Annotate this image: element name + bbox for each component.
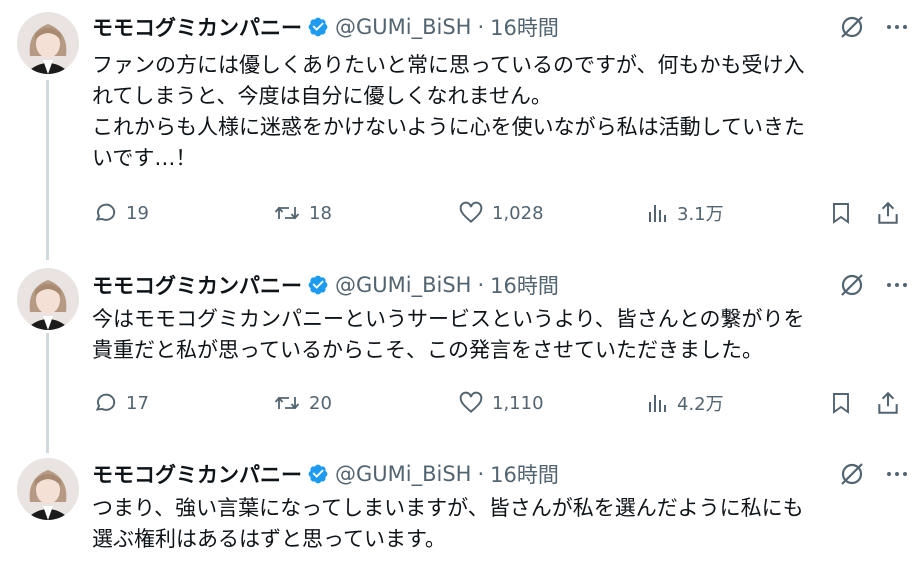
separator: · [477,462,485,486]
verified-badge-icon [307,463,329,485]
tweet-2[interactable]: モモコグミカンパニー @GUMi_BiSH · 16時間 今はモモコグミカンパニ… [0,260,923,450]
tweet-header: モモコグミカンパニー @GUMi_BiSH · 16時間 [92,270,559,300]
retweet-count: 20 [309,392,332,414]
grok-icon[interactable] [839,461,865,487]
tweet-text-line: れてしまうと、今度は自分に優しくなれません。 [92,84,552,108]
tweet-text-line: つまり、強い言葉になってしまいますが、皆さんが私を選んだように私にも [92,496,804,520]
retweet-count: 18 [309,202,332,224]
separator: · [477,15,485,39]
handle[interactable]: @GUMi_BiSH [335,15,471,39]
reply-count: 17 [126,392,149,414]
like-button[interactable]: 1,028 [458,200,544,226]
retweet-icon [274,396,300,410]
like-button[interactable]: 1,110 [458,390,544,416]
like-count: 1,028 [492,202,544,224]
separator: · [477,273,485,297]
tweet-3[interactable]: モモコグミカンパニー @GUMi_BiSH · 16時間 つまり、強い言葉になっ… [0,450,923,576]
share-button[interactable] [875,390,901,416]
avatar[interactable] [17,12,79,74]
tweet-text-line: 貴重だと私が思っているからこそ、この発言をさせていただきました。 [92,338,763,362]
reply-button[interactable]: 19 [92,200,149,226]
timestamp[interactable]: 16時間 [490,270,559,300]
views-button[interactable]: 3.1万 [645,200,724,226]
bookmark-icon [833,393,849,414]
more-icon[interactable] [885,462,909,486]
like-icon [459,201,483,223]
avatar[interactable] [17,458,79,520]
timestamp[interactable]: 16時間 [490,12,559,42]
display-name[interactable]: モモコグミカンパニー [92,12,302,42]
handle[interactable]: @GUMi_BiSH [335,273,471,297]
display-name[interactable]: モモコグミカンパニー [92,459,302,489]
share-icon [878,201,898,224]
views-count: 4.2万 [677,394,724,415]
tweet-text-line: いです…！ [92,146,197,170]
tweet-text-line: ファンの方には優しくありたいと常に思っているのですが、何もかも受け入 [92,53,805,77]
grok-icon[interactable] [839,14,865,40]
retweet-button[interactable]: 20 [273,390,332,416]
views-count: 3.1万 [677,204,724,225]
timestamp[interactable]: 16時間 [490,459,559,489]
reply-count: 19 [126,202,149,224]
tweet-header: モモコグミカンパニー @GUMi_BiSH · 16時間 [92,12,559,42]
retweet-icon [274,206,300,220]
reply-icon [95,393,116,411]
tweet-text: ファンの方には優しくありたいと常に思っているのですが、何もかも受け入 れてしまう… [92,50,902,174]
header-actions [839,272,909,298]
share-button[interactable] [875,200,901,226]
reply-button[interactable]: 17 [92,390,149,416]
tweet-text: 今はモモコグミカンパニーというサービスというより、皆さんとの繋がりを 貴重だと私… [92,304,902,366]
more-icon[interactable] [885,15,909,39]
header-actions [839,461,909,487]
handle[interactable]: @GUMi_BiSH [335,462,471,486]
views-icon [649,395,666,412]
views-icon [649,205,666,222]
bookmark-button[interactable] [829,200,853,226]
tweet-1[interactable]: モモコグミカンパニー @GUMi_BiSH · 16時間 ファンの方には優しくあ… [0,0,923,260]
action-bar: 17 20 1,110 4.2万 [92,390,907,420]
bookmark-icon [833,203,849,224]
retweet-button[interactable]: 18 [273,200,332,226]
more-icon[interactable] [885,273,909,297]
grok-icon[interactable] [839,272,865,298]
tweet-text: つまり、強い言葉になってしまいますが、皆さんが私を選んだように私にも 選ぶ権利は… [92,493,902,555]
tweet-text-line: 今はモモコグミカンパニーというサービスというより、皆さんとの繋がりを [92,307,805,331]
bookmark-button[interactable] [829,390,853,416]
reply-icon [95,203,116,221]
views-button[interactable]: 4.2万 [645,390,724,416]
display-name[interactable]: モモコグミカンパニー [92,270,302,300]
like-icon [459,391,483,413]
tweet-header: モモコグミカンパニー @GUMi_BiSH · 16時間 [92,459,559,489]
tweet-text-line: 選ぶ権利はあるはずと思っています。 [92,527,446,551]
action-bar: 19 18 1,028 3.1万 [92,200,907,230]
verified-badge-icon [307,16,329,38]
like-count: 1,110 [492,392,544,414]
share-icon [878,391,898,414]
verified-badge-icon [307,274,329,296]
avatar[interactable] [17,268,79,330]
tweet-text-line: これからも人様に迷惑をかけないように心を使いながら私は活動していきた [92,115,805,139]
header-actions [839,14,909,40]
